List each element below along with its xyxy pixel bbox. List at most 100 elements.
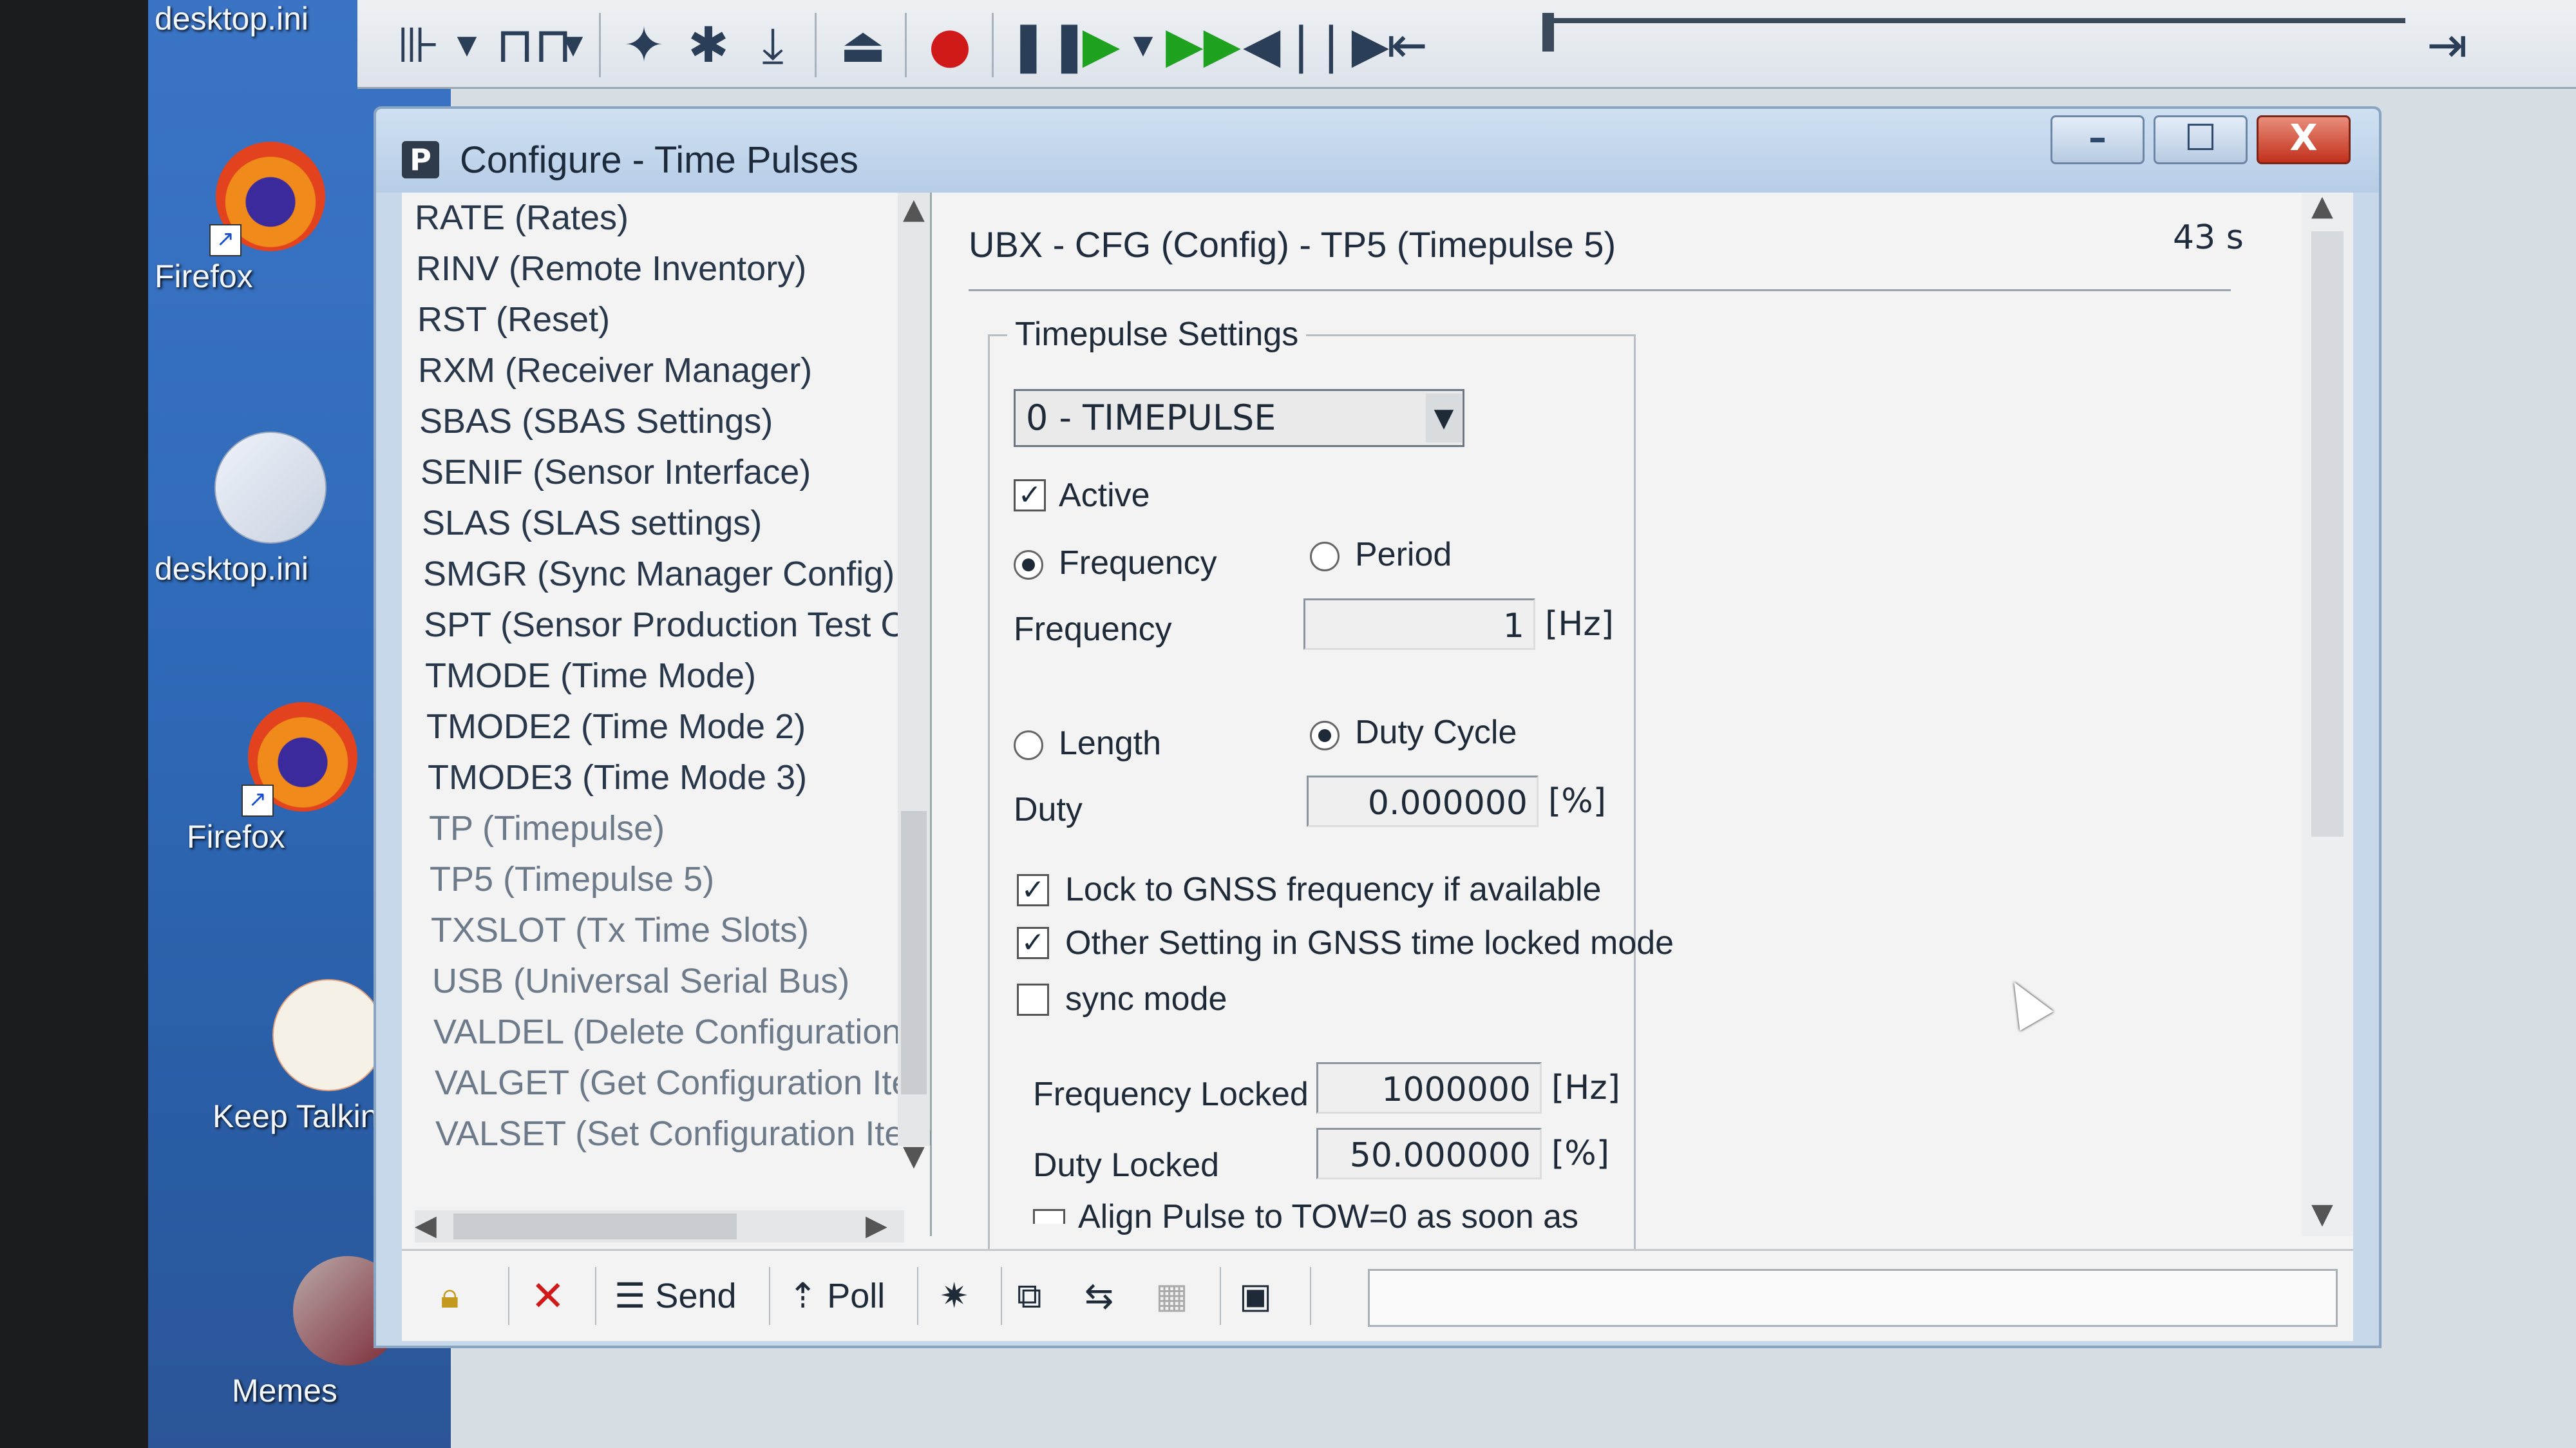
toolbar-separator bbox=[769, 1267, 770, 1325]
list-item[interactable]: TP (Timepulse) bbox=[429, 808, 665, 848]
replay-timeline[interactable] bbox=[1542, 18, 2405, 23]
cancel-icon[interactable]: ✕ bbox=[531, 1270, 576, 1322]
list-item[interactable]: VALDEL (Delete Configuration It bbox=[433, 1012, 930, 1052]
lock-icon[interactable]: 🔒︎ bbox=[440, 1270, 486, 1322]
length-radio[interactable] bbox=[1014, 730, 1043, 760]
toolbar-separator bbox=[917, 1267, 918, 1325]
baud-icon[interactable]: ⊓⊓ bbox=[496, 13, 573, 77]
play-icon[interactable]: ▶ bbox=[1072, 13, 1130, 77]
list-item[interactable]: SBAS (SBAS Settings) bbox=[419, 401, 773, 441]
list-scroll-thumb[interactable] bbox=[901, 811, 927, 1094]
port-icon[interactable]: ⊪ bbox=[390, 13, 448, 77]
duty-locked-label: Duty Locked bbox=[1033, 1147, 1220, 1184]
frequency-radio-label: Frequency bbox=[1059, 544, 1217, 582]
copy-icon[interactable]: ⧉ bbox=[1017, 1270, 1062, 1322]
duty-unit: [%] bbox=[1548, 782, 1606, 821]
list-item[interactable]: TP5 (Timepulse 5) bbox=[430, 859, 714, 899]
frequency-radio[interactable] bbox=[1014, 550, 1043, 580]
list-item[interactable]: TXSLOT (Tx Time Slots) bbox=[431, 910, 809, 950]
window-titlebar[interactable]: P Configure - Time Pulses – ☐ X bbox=[376, 109, 2379, 193]
align-pulse-checkbox[interactable] bbox=[1033, 1209, 1065, 1224]
step-back-icon[interactable]: ◀❘ bbox=[1243, 13, 1321, 77]
list-item[interactable]: RINV (Remote Inventory) bbox=[416, 249, 806, 289]
list-item[interactable]: USB (Universal Serial Bus) bbox=[432, 961, 849, 1001]
list-item[interactable]: RATE (Rates) bbox=[415, 198, 629, 238]
toolbar-separator bbox=[1001, 1267, 1002, 1325]
period-radio[interactable] bbox=[1310, 542, 1340, 571]
close-button[interactable]: X bbox=[2257, 115, 2351, 164]
duty-cycle-radio[interactable] bbox=[1310, 721, 1340, 750]
chevron-down-icon[interactable]: ▼ bbox=[560, 13, 586, 77]
list-item[interactable]: RXM (Receiver Manager) bbox=[418, 350, 812, 390]
firefox-icon: ↗ bbox=[209, 142, 325, 256]
lock-gnss-label: Lock to GNSS frequency if available bbox=[1065, 871, 1602, 908]
frequency-input[interactable]: 1 bbox=[1303, 598, 1535, 650]
swap-icon[interactable]: ⇆ bbox=[1084, 1270, 1130, 1322]
list-item[interactable]: TMODE3 (Time Mode 3) bbox=[428, 757, 807, 797]
list-item[interactable]: SMGR (Sync Manager Config) bbox=[423, 554, 895, 594]
scroll-down-icon[interactable]: ▼ bbox=[2311, 1197, 2333, 1230]
poll-button[interactable]: ⇡ Poll bbox=[788, 1270, 917, 1322]
chevron-down-icon[interactable]: ▼ bbox=[1426, 394, 1462, 443]
save-icon[interactable]: ▣ bbox=[1239, 1270, 1284, 1322]
chevron-down-icon[interactable]: ▼ bbox=[454, 13, 480, 77]
align-pulse-label: Align Pulse to TOW=0 as soon as bbox=[1078, 1198, 1579, 1235]
period-radio-label: Period bbox=[1355, 536, 1452, 573]
desktop-icon-label: Memes bbox=[232, 1373, 337, 1409]
desktop-icon-label: desktop.ini bbox=[155, 1, 309, 37]
scroll-up-icon[interactable]: ▲ bbox=[903, 193, 925, 225]
eject-icon[interactable]: ⏏ bbox=[834, 13, 892, 77]
other-setting-checkbox[interactable]: ✓ bbox=[1017, 927, 1049, 959]
message-age: 43 s bbox=[2173, 218, 2244, 257]
duty-locked-input[interactable]: 50.000000 bbox=[1316, 1128, 1542, 1179]
frequency-locked-input[interactable]: 1000000 bbox=[1316, 1062, 1542, 1114]
desktop-icon-label: desktop.ini bbox=[155, 551, 309, 587]
debug-icon[interactable]: ✱ bbox=[679, 13, 737, 77]
send-label: Send bbox=[655, 1277, 737, 1315]
shortcut-arrow-icon: ↗ bbox=[209, 224, 242, 256]
timepulse-select[interactable]: 0 - TIMEPULSE bbox=[1014, 389, 1464, 447]
minimize-button[interactable]: – bbox=[2050, 115, 2145, 164]
scroll-down-icon[interactable]: ▼ bbox=[903, 1139, 925, 1172]
list-item[interactable]: TMODE2 (Time Mode 2) bbox=[426, 707, 806, 747]
wand-icon[interactable]: ✷ bbox=[940, 1270, 985, 1322]
toolbar-separator bbox=[1310, 1267, 1311, 1325]
poll-label: Poll bbox=[827, 1277, 886, 1315]
view-scroll-thumb[interactable] bbox=[2311, 231, 2344, 837]
desktop-icon-firefox[interactable]: ↗ Firefox bbox=[155, 142, 386, 294]
scroll-right-icon[interactable]: ▶ bbox=[866, 1209, 887, 1242]
chevron-down-icon[interactable]: ▼ bbox=[1130, 13, 1156, 77]
record-icon[interactable]: ● bbox=[921, 13, 979, 77]
scroll-left-icon[interactable]: ◀ bbox=[415, 1209, 437, 1242]
toolbar-separator bbox=[905, 13, 907, 77]
list-item[interactable]: VALGET (Get Configuration Iten bbox=[435, 1063, 930, 1103]
scroll-up-icon[interactable]: ▲ bbox=[2311, 189, 2333, 222]
list-hscroll-thumb[interactable] bbox=[453, 1214, 737, 1239]
file-icon bbox=[214, 432, 327, 544]
duty-input[interactable]: 0.000000 bbox=[1307, 776, 1539, 827]
send-button[interactable]: ☰ Send bbox=[614, 1270, 769, 1322]
main-toolbar: ⊪ ▼ ⊓⊓ ▼ ✦ ✱ ⤓ ⏏ ● ❚❚ ▶ ▼ ▶▶ ◀❘ ❘▶ ⇤ ⇥ bbox=[357, 0, 2576, 89]
wizard-icon[interactable]: ✦ bbox=[615, 13, 673, 77]
download-icon[interactable]: ⤓ bbox=[744, 13, 802, 77]
sync-mode-checkbox[interactable] bbox=[1017, 984, 1049, 1016]
fast-forward-icon[interactable]: ▶▶ bbox=[1166, 13, 1241, 77]
list-item[interactable]: TMODE (Time Mode) bbox=[425, 656, 756, 696]
desktop-icon-desktop-ini[interactable]: desktop.ini bbox=[155, 432, 386, 587]
list-item[interactable]: SLAS (SLAS settings) bbox=[422, 503, 762, 543]
list-item[interactable]: SPT (Sensor Production Test Co bbox=[424, 605, 925, 645]
maximize-button[interactable]: ☐ bbox=[2154, 115, 2248, 164]
timeline-thumb[interactable] bbox=[1542, 13, 1554, 52]
list-item[interactable]: SENIF (Sensor Interface) bbox=[421, 452, 811, 492]
window-client: RATE (Rates) RINV (Remote Inventory) RST (… bbox=[402, 189, 2353, 1341]
list-item[interactable]: RST (Reset) bbox=[417, 300, 610, 339]
skip-end-icon[interactable]: ⇥ bbox=[2418, 13, 2476, 77]
pause-icon[interactable]: ❚❚ bbox=[1008, 13, 1090, 77]
frequency-unit: [Hz] bbox=[1545, 605, 1614, 643]
lock-gnss-checkbox[interactable]: ✓ bbox=[1017, 874, 1049, 906]
toolbar-separator bbox=[1220, 1267, 1221, 1325]
rewind-start-icon[interactable]: ⇤ bbox=[1378, 13, 1436, 77]
active-checkbox[interactable]: ✓ bbox=[1014, 479, 1046, 511]
list-item[interactable]: VALSET (Set Configuration Item bbox=[435, 1114, 933, 1154]
step-forward-icon[interactable]: ❘▶ bbox=[1311, 13, 1389, 77]
